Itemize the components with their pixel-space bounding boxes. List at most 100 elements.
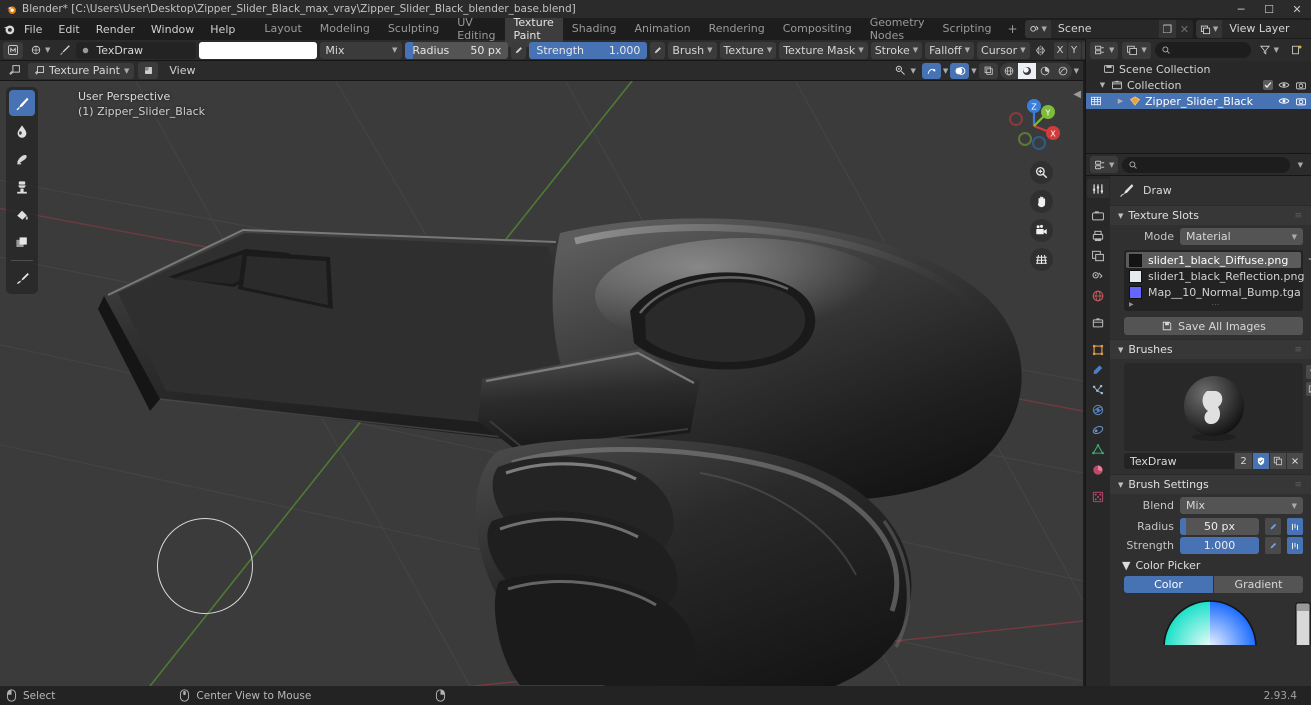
- eye-icon[interactable]: [1278, 96, 1290, 106]
- strength-pressure-toggle[interactable]: [650, 41, 666, 59]
- tab-tool[interactable]: [1087, 179, 1109, 198]
- gradient-tab-button[interactable]: Gradient: [1214, 576, 1303, 593]
- tab-shading[interactable]: Shading: [563, 18, 626, 40]
- scene-name[interactable]: Scene: [1050, 20, 1159, 38]
- texture-slot-item[interactable]: slider1_black_Diffuse.png: [1126, 252, 1301, 268]
- texture-slot-list[interactable]: slider1_black_Diffuse.png slider1_black_…: [1124, 250, 1311, 311]
- brush-preset-selector[interactable]: ▼: [26, 42, 54, 59]
- blend-mode-selector[interactable]: Mix ▼: [320, 41, 403, 59]
- visibility-selector[interactable]: ▼: [890, 62, 919, 79]
- outliner-editor-type-button[interactable]: ▼: [1090, 41, 1119, 59]
- viewport-view-menu[interactable]: View: [162, 62, 202, 79]
- panel-header-brush-settings[interactable]: ▼ Brush Settings ≡: [1110, 474, 1311, 494]
- tab-data[interactable]: [1087, 440, 1109, 459]
- blender-menu-icon[interactable]: [2, 19, 16, 39]
- properties-options-chevron-icon[interactable]: ▼: [1294, 161, 1307, 169]
- strength-slider[interactable]: 1.000: [1180, 537, 1259, 554]
- tab-sculpting[interactable]: Sculpting: [379, 18, 448, 40]
- shading-wireframe-button[interactable]: [1000, 63, 1018, 79]
- chevron-down-icon[interactable]: ▼: [1074, 67, 1079, 75]
- collection-checkbox[interactable]: [1263, 80, 1273, 90]
- hand-icon[interactable]: [1030, 190, 1053, 213]
- brush-users-count[interactable]: 2: [1235, 453, 1252, 469]
- duplicate-icon[interactable]: [1270, 453, 1286, 469]
- radius-unit-toggle[interactable]: [1287, 518, 1303, 535]
- viewport-canvas[interactable]: [0, 81, 1083, 686]
- viewport-editor-type-icon[interactable]: [4, 62, 24, 79]
- expander-icon[interactable]: ▼: [1098, 81, 1107, 89]
- panel-header-brushes[interactable]: ▼ Brushes ≡: [1110, 339, 1311, 359]
- color-wheel[interactable]: [1110, 599, 1311, 645]
- brush-name-field[interactable]: TexDraw: [76, 41, 197, 59]
- tab-physics[interactable]: [1087, 400, 1109, 419]
- list-resize-grip[interactable]: ⋯: [1211, 300, 1220, 309]
- tab-world[interactable]: [1087, 286, 1109, 305]
- strength-unit-toggle[interactable]: [1287, 537, 1303, 554]
- tab-rendering[interactable]: Rendering: [700, 18, 774, 40]
- tab-particles[interactable]: [1087, 380, 1109, 399]
- radius-slider[interactable]: Radius 50 px: [405, 41, 509, 59]
- scene-selector[interactable]: ▼ Scene ❐ ✕: [1024, 20, 1193, 38]
- outliner-row-collection[interactable]: ▼ Collection: [1086, 77, 1311, 93]
- tab-layout[interactable]: Layout: [255, 18, 310, 40]
- texture-menu[interactable]: Texture ▼: [719, 41, 777, 59]
- grid-icon[interactable]: [1030, 248, 1053, 271]
- minimize-button[interactable]: ─: [1227, 0, 1255, 18]
- properties-search-input[interactable]: [1122, 156, 1290, 173]
- paint-mask-toggle[interactable]: [138, 62, 159, 79]
- brush-preview[interactable]: ▼: [1124, 363, 1311, 451]
- tab-material[interactable]: [1087, 460, 1109, 479]
- color-wheel-container[interactable]: [1110, 599, 1311, 645]
- outliner-filter-button[interactable]: ▼: [1255, 42, 1283, 59]
- stroke-menu[interactable]: Stroke ▼: [870, 41, 923, 59]
- radius-pressure-toggle[interactable]: [511, 41, 527, 59]
- view-layer-selector[interactable]: ▼ View Layer ❐ ✕: [1195, 20, 1311, 38]
- tool-soften-button[interactable]: [9, 118, 35, 144]
- show-overlays-toggle[interactable]: [950, 62, 970, 79]
- interaction-mode-selector[interactable]: Texture Paint ▼: [28, 62, 135, 79]
- symmetry-x-button[interactable]: X: [1053, 41, 1067, 59]
- shading-solid-button[interactable]: [1017, 62, 1036, 79]
- tab-output[interactable]: [1087, 226, 1109, 245]
- tab-animation[interactable]: Animation: [625, 18, 699, 40]
- camera-icon[interactable]: [1030, 219, 1053, 242]
- xray-toggle[interactable]: [978, 62, 998, 79]
- tab-object[interactable]: [1087, 340, 1109, 359]
- tab-constraints[interactable]: [1087, 420, 1109, 439]
- radius-slider[interactable]: 50 px: [1180, 518, 1259, 535]
- menu-window[interactable]: Window: [143, 20, 202, 39]
- eye-icon[interactable]: [1278, 80, 1290, 90]
- tab-modifier[interactable]: [1087, 360, 1109, 379]
- brush-color-swatch[interactable]: [199, 41, 318, 59]
- navigation-gizmo[interactable]: Z Y X: [1003, 95, 1065, 157]
- camera-render-icon[interactable]: [1295, 96, 1307, 107]
- menu-file[interactable]: File: [16, 20, 50, 39]
- color-tab-button[interactable]: Color: [1124, 576, 1213, 593]
- tab-compositing[interactable]: Compositing: [774, 18, 861, 40]
- zoom-icon[interactable]: [1030, 161, 1053, 184]
- texture-slot-item[interactable]: Map__10_Normal_Bump.tga: [1126, 284, 1301, 300]
- panel-header-texture-slots[interactable]: ▼ Texture Slots ≡: [1110, 205, 1311, 225]
- tab-collection[interactable]: [1087, 313, 1109, 332]
- cursor-menu[interactable]: Cursor ▼: [977, 41, 1030, 59]
- falloff-menu[interactable]: Falloff ▼: [925, 41, 975, 59]
- brush-datablock-name[interactable]: TexDraw: [1124, 453, 1234, 469]
- menu-render[interactable]: Render: [88, 20, 143, 39]
- tool-fill-button[interactable]: [9, 202, 35, 228]
- brush-menu[interactable]: Brush ▼: [668, 41, 717, 59]
- save-all-images-button[interactable]: Save All Images: [1124, 317, 1303, 335]
- menu-edit[interactable]: Edit: [50, 20, 87, 39]
- tab-render[interactable]: [1087, 206, 1109, 225]
- chevron-down-icon[interactable]: ▼: [943, 67, 948, 75]
- shading-rendered-button[interactable]: [1054, 63, 1072, 79]
- add-texture-slot-button[interactable]: +: [1306, 252, 1311, 266]
- menu-help[interactable]: Help: [202, 20, 243, 39]
- properties-editor[interactable]: Draw ▼ Texture Slots ≡ Mode Material ▼ s…: [1085, 175, 1311, 686]
- tab-texture[interactable]: [1087, 487, 1109, 506]
- sidebar-collapse-arrow-icon[interactable]: ◀: [1073, 89, 1081, 100]
- tool-clone-button[interactable]: [9, 174, 35, 200]
- maximize-button[interactable]: ☐: [1255, 0, 1283, 18]
- list-expand-icon[interactable]: ▶: [1129, 301, 1134, 308]
- radius-pressure-toggle[interactable]: [1265, 518, 1281, 535]
- shading-material-button[interactable]: [1036, 63, 1054, 79]
